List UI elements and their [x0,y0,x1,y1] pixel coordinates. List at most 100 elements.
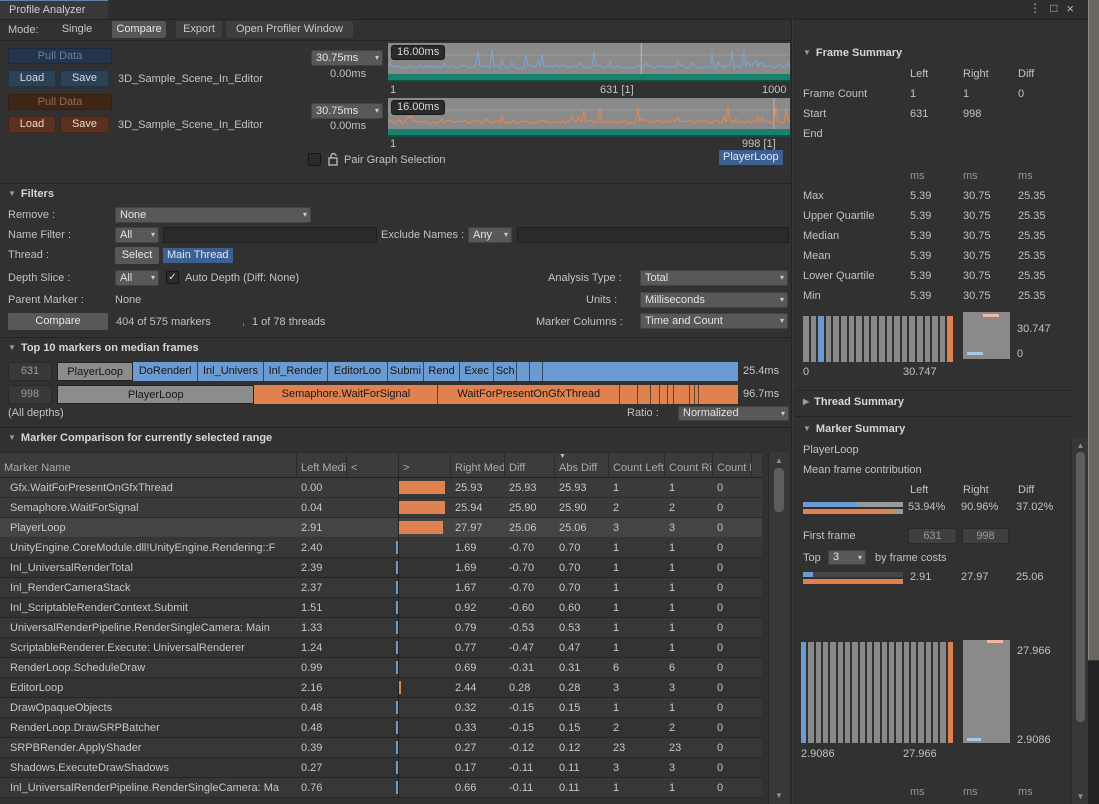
marker-segment[interactable]: WaitForPresentOnGfxThread [438,385,620,404]
pull-data-button-right[interactable]: Pull Data [8,94,112,110]
analysis-type-dropdown[interactable]: Total▾ [640,270,788,286]
thread-summary-header[interactable]: ▶Thread Summary [803,396,904,408]
column-header-7[interactable]: Count Left [609,453,665,477]
save-button-left[interactable]: Save [60,70,109,87]
cell-right: 0.27 [451,738,505,758]
table-row[interactable]: ScriptableRenderer.Execute: UniversalRen… [0,638,762,658]
table-row[interactable]: PlayerLoop2.9127.9725.0625.06330 [0,518,762,538]
column-header-3[interactable]: > [399,453,451,477]
table-scrollbar[interactable]: ▲ ▼ [768,452,789,804]
window-tab[interactable]: Profile Analyzer [0,0,108,19]
table-row[interactable]: SRPBRender.ApplyShader0.390.27-0.120.122… [0,738,762,758]
window-menu-icon[interactable]: ⋮ [1029,1,1041,16]
cell-count-r: 1 [665,618,713,638]
exclude-mode-dropdown[interactable]: Any▾ [468,227,512,243]
frame-index-button[interactable]: 631 [8,362,52,381]
marker-segment[interactable] [517,362,530,381]
table-row[interactable]: Inl_UniversalRenderTotal2.391.69-0.700.7… [0,558,762,578]
column-header-4[interactable]: Right Median [451,453,505,477]
table-row[interactable]: Inl_RenderCameraStack2.371.67-0.700.7011… [0,578,762,598]
marker-segment[interactable]: Inl_Render [264,362,328,381]
table-row[interactable]: EditorLoop2.162.440.280.28330 [0,678,762,698]
load-button-left[interactable]: Load [8,70,56,87]
marker-segment[interactable]: PlayerLoop [57,362,133,381]
scroll-down-icon[interactable]: ▼ [1072,792,1089,801]
range-max-dropdown-left[interactable]: 30.75ms▾ [311,50,383,66]
marker-segment[interactable]: Sch [494,362,517,381]
filters-header[interactable]: ▼Filters [8,188,54,200]
marker-segment[interactable]: DoRenderl [133,362,198,381]
table-row[interactable]: Semaphore.WaitForSignal0.0425.9425.9025.… [0,498,762,518]
thread-select-button[interactable]: Select [115,247,159,264]
top-n-dropdown[interactable]: 3▾ [828,550,866,565]
depth-slice-dropdown[interactable]: All▾ [115,270,159,286]
marker-segment[interactable]: Rend [424,362,460,381]
marker-segment[interactable] [620,385,638,404]
column-header-6[interactable]: ▼Abs Diff [555,453,609,477]
table-row[interactable]: UnityEngine.CoreModule.dll!UnityEngine.R… [0,538,762,558]
marker-columns-dropdown[interactable]: Time and Count▾ [640,313,788,329]
scrollbar-thumb[interactable] [774,468,784,512]
frame-time-graph-right[interactable]: 16.00ms [388,98,790,137]
scroll-up-icon[interactable]: ▲ [769,456,789,465]
mode-single-button[interactable]: Single [45,21,109,38]
frame-summary-header[interactable]: ▼Frame Summary [803,47,902,59]
table-row[interactable]: RenderLoop.DrawSRPBatcher0.480.33-0.150.… [0,718,762,738]
frame-index-button[interactable]: 998 [8,385,52,404]
column-header-8[interactable]: Count Right [665,453,713,477]
marker-summary-header[interactable]: ▼Marker Summary [803,423,905,435]
compare-button[interactable]: Compare [8,313,108,330]
open-profiler-window-button[interactable]: Open Profiler Window [226,21,353,38]
close-icon[interactable]: × [1066,1,1074,16]
column-header-0[interactable]: Marker Name [0,453,297,477]
table-row[interactable]: Shadows.ExecuteDrawShadows0.270.17-0.110… [0,758,762,778]
save-button-right[interactable]: Save [60,116,109,133]
table-row[interactable]: Gfx.WaitForPresentOnGfxThread0.0025.9325… [0,478,762,498]
marker-comparison-header[interactable]: ▼Marker Comparison for currently selecte… [8,432,272,444]
table-row[interactable]: Inl_UniversalRenderPipeline.RenderSingle… [0,778,762,798]
summary-scrollbar[interactable]: ▲ ▼ [1071,438,1089,804]
scrollbar-thumb[interactable] [1076,452,1085,722]
marker-segment[interactable]: PlayerLoop [57,385,254,404]
first-frame-left-button[interactable]: 631 [908,528,957,544]
table-row[interactable]: Inl_ScriptableRenderContext.Submit1.510.… [0,598,762,618]
marker-segment[interactable] [651,385,661,404]
maximize-icon[interactable]: □ [1050,1,1057,16]
exclude-names-input[interactable] [517,227,789,243]
load-button-right[interactable]: Load [8,116,56,133]
table-row[interactable]: DrawOpaqueObjects0.480.32-0.150.15110 [0,698,762,718]
pair-graph-checkbox[interactable] [308,153,321,166]
scroll-up-icon[interactable]: ▲ [1072,441,1089,450]
column-header-1[interactable]: Left Median [297,453,347,477]
range-max-dropdown-right[interactable]: 30.75ms▾ [311,103,383,119]
name-filter-input[interactable] [163,227,377,243]
marker-segment[interactable] [638,385,651,404]
marker-segment[interactable]: Exec [460,362,494,381]
column-header-5[interactable]: Diff [505,453,555,477]
marker-segment[interactable] [660,385,667,404]
marker-segment[interactable] [674,385,690,404]
export-button[interactable]: Export [176,21,222,38]
units-dropdown[interactable]: Milliseconds▾ [640,292,788,308]
table-header[interactable]: Marker NameLeft Median<>Right MedianDiff… [0,452,762,478]
auto-depth-checkbox[interactable]: ✓ [166,271,179,284]
marker-segment[interactable]: Submi [388,362,424,381]
marker-segment[interactable]: Inl_Univers [198,362,264,381]
frame-time-graph-left[interactable]: 16.00ms [388,43,790,82]
name-filter-mode-dropdown[interactable]: All▾ [115,227,159,243]
column-header-9[interactable]: Count Diff [713,453,752,477]
ratio-dropdown[interactable]: Normalized▾ [678,406,789,421]
table-row[interactable]: RenderLoop.ScheduleDraw0.990.69-0.310.31… [0,658,762,678]
marker-segment[interactable]: EditorLoo [328,362,388,381]
column-header-2[interactable]: < [347,453,399,477]
first-frame-right-button[interactable]: 998 [962,528,1009,544]
top10-header[interactable]: ▼Top 10 markers on median frames [8,342,199,354]
marker-segment[interactable] [530,362,543,381]
pull-data-button-left[interactable]: Pull Data [8,48,112,64]
cell-count-l: 2 [609,718,665,738]
table-row[interactable]: UniversalRenderPipeline.RenderSingleCame… [0,618,762,638]
mode-compare-button[interactable]: Compare [112,21,166,38]
marker-segment[interactable]: Semaphore.WaitForSignal [254,385,438,404]
remove-dropdown[interactable]: None▾ [115,207,311,223]
scroll-down-icon[interactable]: ▼ [769,791,789,800]
